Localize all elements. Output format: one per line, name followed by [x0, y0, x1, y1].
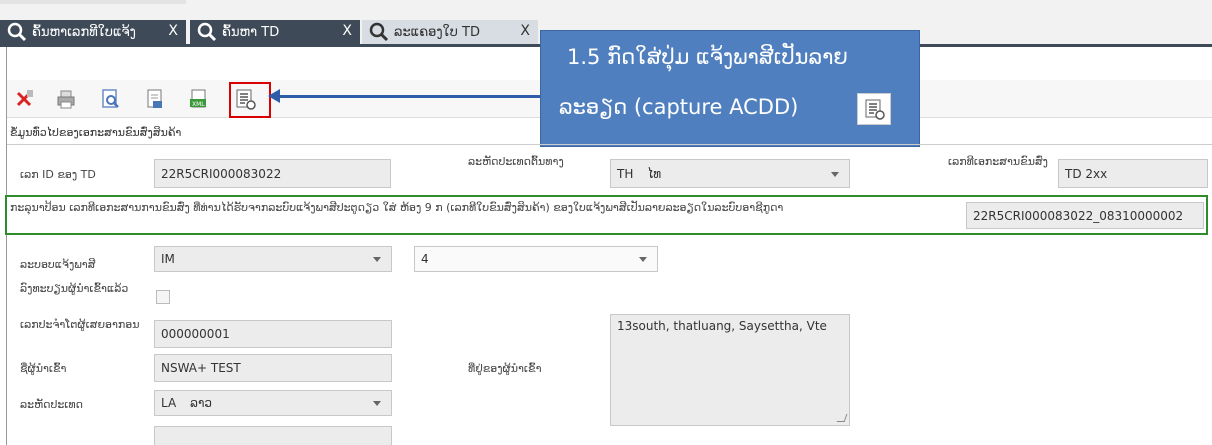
tab-search-declaration[interactable]: ຄົ້ນຫາເລກທີໃບແຈ້ງ X	[0, 20, 186, 44]
tab-top-strip	[0, 0, 186, 4]
country-name: ລາວ	[190, 396, 213, 410]
print-icon[interactable]	[55, 88, 77, 110]
origin-country-select[interactable]: TH ໄທ	[610, 159, 850, 188]
importer-name-label: ຊື່ຜູ້ນຳເຂົ້າ	[20, 362, 67, 375]
chevron-down-icon	[373, 401, 381, 406]
reference-note-text: ກະລຸນາປ້ອນ ເລກທີເອກະສານການຂົນສົ່ງ ທີ່ທ່າ…	[10, 201, 784, 214]
country-select[interactable]: LA ລາວ	[154, 390, 392, 416]
transport-doc-field[interactable]: TD 2xx	[1058, 159, 1208, 188]
tab-label: ຄົ້ນຫາ TD	[222, 24, 280, 40]
document-icon[interactable]	[143, 88, 165, 110]
tab-close-icon[interactable]: X	[342, 23, 352, 39]
reference-number-field[interactable]: 22R5CRI000083022_08310000002	[966, 202, 1204, 229]
tab-search-td[interactable]: ຄົ້ນຫາ TD X	[190, 20, 360, 44]
importer-address-value: 13south, thatluang, Saysettha, Vte	[617, 319, 827, 333]
search-icon	[196, 21, 218, 43]
section-divider	[7, 144, 1212, 145]
resize-handle-icon[interactable]	[836, 414, 848, 422]
regime-value: IM	[161, 252, 175, 266]
pointer-arrow-line	[278, 95, 550, 98]
svg-text:XML: XML	[192, 101, 205, 108]
cutoff-field[interactable]	[154, 426, 392, 445]
chevron-down-icon	[639, 257, 647, 262]
regime-sub-value: 4	[421, 252, 429, 266]
tab-close-icon[interactable]: X	[168, 23, 178, 39]
capture-acdd-icon	[857, 93, 891, 125]
xml-icon[interactable]: XML	[187, 88, 209, 110]
importer-registered-checkbox[interactable]	[156, 290, 170, 304]
search-icon	[6, 21, 28, 43]
callout-line-2: ລະອຽດ (capture ACDD)	[559, 95, 799, 119]
country-label: ລະຫັດປະເທດ	[20, 398, 83, 411]
transport-doc-label: ເລກທີເອກະສານຂົນສົ່ງ	[948, 155, 1048, 168]
callout-line-1: 1.5 ກົດໃສ່ປຸ່ມ ແຈ້ງພາສີເປັນລາຍ	[567, 45, 848, 69]
importer-name-field[interactable]: NSWA+ TEST	[154, 354, 392, 382]
pointer-arrow-head	[268, 89, 280, 103]
taxpayer-field[interactable]: 000000001	[154, 320, 392, 348]
td-id-label: ເລກ ID ຂອງ TD	[20, 168, 96, 181]
country-code: LA	[161, 396, 177, 410]
importer-address-textarea[interactable]: 13south, thatluang, Saysettha, Vte	[610, 314, 850, 426]
regime-select[interactable]: IM	[154, 246, 392, 272]
section-title: ຂໍ້ມູນທົ່ວໄປຂອງເອກະສານຂົນສົ່ງສິນຄ້າ	[10, 126, 182, 139]
tab-label: ຄົ້ນຫາເລກທີໃບແຈ້ງ	[32, 24, 136, 40]
instruction-callout: 1.5 ກົດໃສ່ປຸ່ມ ແຈ້ງພາສີເປັນລາຍ ລະອຽດ (ca…	[540, 30, 920, 147]
chevron-down-icon	[373, 257, 381, 262]
taxpayer-label: ເລກປະຈຳໂຕຜູ້ເສຍອາກອນ	[20, 318, 140, 331]
origin-country-name: ໄທ	[647, 166, 662, 181]
importer-address-label: ທີ່ຢູ່ຂອງຜູ້ນຳເຂົ້າ	[468, 362, 542, 375]
regime-sub-select[interactable]: 4	[414, 246, 658, 272]
td-id-field[interactable]: 22R5CRI000083022	[154, 159, 391, 188]
regime-label: ລະບອບແຈ້ງພາສີ	[20, 258, 96, 271]
capture-acdd-highlight	[229, 82, 271, 118]
tab-label: ລະແຄອງໃບ TD	[394, 24, 480, 40]
delete-icon[interactable]	[13, 88, 35, 110]
origin-country-code: TH	[617, 166, 634, 181]
preview-icon[interactable]	[99, 88, 121, 110]
tab-td-detail[interactable]: ລະແຄອງໃບ TD X	[362, 20, 538, 44]
chevron-down-icon	[831, 171, 839, 177]
search-icon	[368, 21, 390, 43]
origin-country-label: ລະຫັດປະເທດຕົ້ນທາງ	[468, 155, 564, 168]
importer-registered-label: ລົງທະບຽນຜູ້ນຳເຂົ້າແລ້ວ	[20, 282, 129, 295]
tab-close-icon[interactable]: X	[520, 23, 530, 39]
